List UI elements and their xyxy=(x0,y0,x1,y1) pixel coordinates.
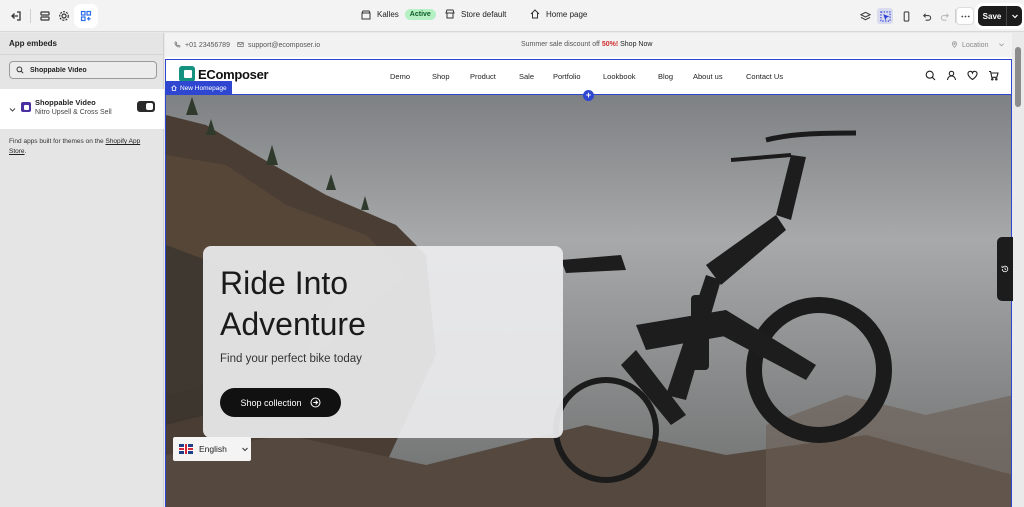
panel-title: App embeds xyxy=(9,39,58,48)
shop-now-link[interactable]: Shop Now xyxy=(620,41,652,48)
announcement-bar: +01 23456789 support@ecomposer.io Summer… xyxy=(165,33,1012,57)
store-name: Kalles xyxy=(377,10,399,19)
exit-icon[interactable] xyxy=(7,7,25,25)
theme-preview: +01 23456789 support@ecomposer.io Summer… xyxy=(165,33,1012,507)
location-pin-icon xyxy=(951,41,958,50)
hero-title: Ride Into Adventure xyxy=(220,263,366,345)
nav-item-blog[interactable]: Blog xyxy=(658,72,673,81)
promo-prefix: Summer sale discount off xyxy=(521,41,602,48)
store-default-selector[interactable]: Store default xyxy=(445,9,506,19)
home-icon xyxy=(530,9,540,19)
history-icon xyxy=(1001,265,1009,273)
nav-item-shop[interactable]: Shop xyxy=(432,72,450,81)
page-name: Home page xyxy=(546,9,588,19)
announcement-email: support@ecomposer.io xyxy=(237,41,320,50)
location-selector[interactable]: Location xyxy=(951,41,1005,50)
note-text: Find apps built for themes on the xyxy=(9,138,106,145)
nav-item-demo[interactable]: Demo xyxy=(390,72,410,81)
preview-scrollbar[interactable] xyxy=(1013,33,1024,507)
status-badge: Active xyxy=(404,9,436,20)
search-input[interactable] xyxy=(30,66,150,74)
sections-icon[interactable] xyxy=(36,7,54,25)
app-store-note: Find apps built for themes on the Shopif… xyxy=(9,137,157,157)
hero-banner: Ride Into Adventure Find your perfect bi… xyxy=(165,95,1012,507)
phone-number: +01 23456789 xyxy=(185,42,230,49)
embed-toggle[interactable] xyxy=(137,101,155,112)
uk-flag-icon xyxy=(179,444,193,454)
hero-content-card: Ride Into Adventure Find your perfect bi… xyxy=(203,246,563,438)
page-selector[interactable]: Home page xyxy=(530,9,587,19)
undo-icon[interactable] xyxy=(918,8,934,24)
app-embed-item[interactable]: Shoppable Video Nitro Upsell & Cross Sel… xyxy=(0,89,164,129)
layers-icon[interactable] xyxy=(857,8,873,24)
language-label: English xyxy=(199,444,227,454)
theme-settings-icon[interactable] xyxy=(55,7,73,25)
store-logo[interactable]: EComposer xyxy=(179,66,269,82)
toolbar-divider xyxy=(30,9,31,23)
storefront-icon xyxy=(445,9,455,19)
email-address: support@ecomposer.io xyxy=(248,42,321,49)
select-cursor-icon[interactable] xyxy=(877,8,893,24)
search-icon[interactable] xyxy=(924,69,936,81)
location-label: Location xyxy=(962,42,989,49)
nav-item-contact-us[interactable]: Contact Us xyxy=(746,72,783,81)
note-suffix: . xyxy=(24,148,27,155)
wishlist-heart-icon[interactable] xyxy=(966,69,978,81)
shop-collection-button[interactable]: Shop collection xyxy=(220,388,341,417)
app-logo-icon xyxy=(21,102,31,112)
panel-divider xyxy=(0,54,164,55)
mail-icon xyxy=(237,41,244,50)
logo-text: EComposer xyxy=(198,66,269,82)
add-section-button[interactable]: + xyxy=(583,90,594,101)
announcement-phone: +01 23456789 xyxy=(174,41,230,50)
save-options-button[interactable] xyxy=(1006,6,1022,26)
hero-title-line-2: Adventure xyxy=(220,306,366,342)
top-toolbar: Kalles Active Store default Home page Sa… xyxy=(0,0,1024,32)
scrollbar-thumb[interactable] xyxy=(1015,47,1021,107)
promo-text: Summer sale discount off 50%! Shop Now xyxy=(521,41,652,48)
phone-icon xyxy=(174,41,181,50)
history-tab[interactable] xyxy=(997,237,1013,301)
nav-item-about-us[interactable]: About us xyxy=(693,72,723,81)
embed-name: Shoppable Video xyxy=(35,98,96,107)
nav-item-sale[interactable]: Sale xyxy=(519,72,534,81)
more-options-icon[interactable] xyxy=(957,8,973,24)
logo-mark-icon xyxy=(179,66,195,82)
chevron-down-icon xyxy=(1011,14,1018,19)
arrow-circle-right-icon xyxy=(310,397,321,408)
page-tag[interactable]: New Homepage xyxy=(166,81,232,95)
nav-item-portfolio[interactable]: Portfolio xyxy=(553,72,581,81)
shop-collection-label: Shop collection xyxy=(240,397,302,408)
store-selector[interactable]: Kalles Active xyxy=(361,9,436,20)
account-icon[interactable] xyxy=(945,69,957,81)
store-icon xyxy=(361,10,371,19)
page-tag-label: New Homepage xyxy=(180,84,227,92)
chevron-down-icon[interactable] xyxy=(9,106,16,113)
nav-item-lookbook[interactable]: Lookbook xyxy=(603,72,636,81)
chevron-down-icon xyxy=(998,41,1005,50)
app-embeds-icon[interactable] xyxy=(77,7,95,25)
save-button-group: Save xyxy=(978,6,1022,26)
embed-vendor: Nitro Upsell & Cross Sell xyxy=(35,109,112,116)
mobile-view-icon[interactable] xyxy=(898,8,914,24)
hero-subtitle: Find your perfect bike today xyxy=(220,353,362,365)
search-icon xyxy=(16,66,24,74)
store-default-label: Store default xyxy=(461,9,507,19)
hero-title-line-1: Ride Into xyxy=(220,265,349,301)
toolbar-divider xyxy=(955,9,956,23)
promo-discount: 50%! xyxy=(601,41,619,48)
language-selector[interactable]: English xyxy=(173,437,251,461)
search-box[interactable] xyxy=(9,61,157,79)
redo-icon[interactable] xyxy=(937,8,953,24)
app-embeds-panel: App embeds Shoppable Video Nitro Upsell … xyxy=(0,33,164,507)
chevron-down-icon xyxy=(242,447,248,452)
nav-item-product[interactable]: Product xyxy=(470,72,496,81)
header-icons xyxy=(924,69,999,81)
home-icon xyxy=(171,85,177,91)
save-button[interactable]: Save xyxy=(978,6,1006,26)
cart-icon[interactable] xyxy=(987,69,999,81)
